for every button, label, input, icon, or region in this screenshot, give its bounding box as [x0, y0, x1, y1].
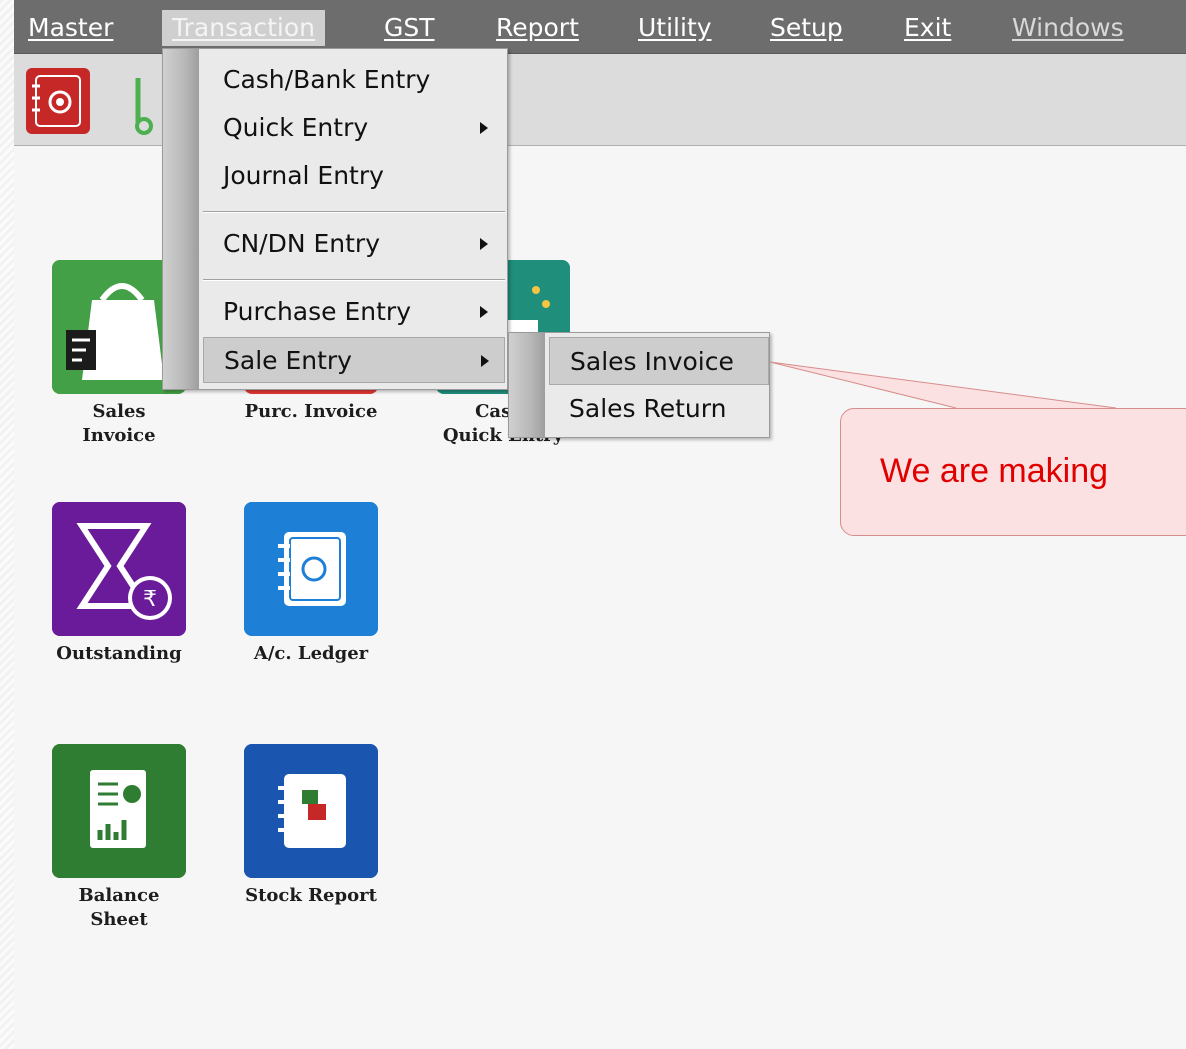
menu-item-quick-entry[interactable]: Quick Entry	[203, 105, 505, 151]
tile-balance-sheet[interactable]	[52, 744, 186, 878]
callout-text: We are making	[880, 452, 1109, 490]
menu-windows[interactable]: Windows	[1012, 10, 1124, 46]
menu-setup[interactable]: Setup	[770, 10, 843, 46]
ledger-toolbar-icon[interactable]	[26, 68, 90, 134]
menu-item-purchase-entry[interactable]: Purchase Entry	[203, 289, 505, 335]
menu-separator	[203, 279, 505, 281]
tile-label-purc-invoice: Purc. Invoice	[244, 401, 378, 422]
menu-separator	[203, 211, 505, 213]
menu-item-sales-invoice[interactable]: Sales Invoice	[549, 337, 769, 385]
menu-transaction[interactable]: Transaction	[162, 10, 326, 46]
menu-item-cn-dn-entry[interactable]: CN/DN Entry	[203, 221, 505, 267]
menu-utility[interactable]: Utility	[638, 10, 712, 46]
submenu-arrow-icon	[480, 238, 488, 250]
left-border-strip	[0, 0, 14, 1049]
tile-label-ac-ledger: A/c. Ledger	[253, 643, 369, 664]
menu-item-cash-bank-entry[interactable]: Cash/Bank Entry	[203, 57, 505, 103]
menu-master[interactable]: Master	[28, 10, 113, 46]
toolbar-tool-icon[interactable]	[132, 72, 162, 138]
menu-item-sales-return[interactable]: Sales Return	[549, 385, 769, 433]
transaction-dropdown-menu: Cash/Bank Entry Quick Entry Journal Entr…	[162, 48, 508, 390]
tile-ac-ledger[interactable]	[244, 502, 378, 636]
menu-gutter	[163, 49, 199, 389]
main-menu-bar: Master Transaction GST Report Utility Se…	[14, 0, 1186, 54]
svg-text:₹: ₹	[143, 587, 157, 612]
menu-gst[interactable]: GST	[384, 10, 435, 46]
tile-label-stock-report: Stock Report	[245, 885, 377, 906]
sale-entry-submenu: Sales Invoice Sales Return	[508, 332, 770, 438]
tile-outstanding[interactable]: ₹	[52, 502, 186, 636]
submenu-arrow-icon	[480, 122, 488, 134]
menu-exit[interactable]: Exit	[904, 10, 951, 46]
tile-stock-report[interactable]	[244, 744, 378, 878]
tile-label-balance-sheet: Balance Sheet	[78, 885, 160, 930]
tile-label-outstanding: Outstanding	[56, 643, 182, 664]
menu-item-sale-entry[interactable]: Sale Entry	[203, 337, 505, 383]
menu-report[interactable]: Report	[496, 10, 579, 46]
menu-item-journal-entry[interactable]: Journal Entry	[203, 153, 505, 199]
tile-label-sales-invoice: Sales Invoice	[82, 401, 156, 446]
submenu-arrow-icon	[480, 306, 488, 318]
submenu-arrow-icon	[481, 355, 489, 367]
menu-gutter	[509, 333, 545, 437]
